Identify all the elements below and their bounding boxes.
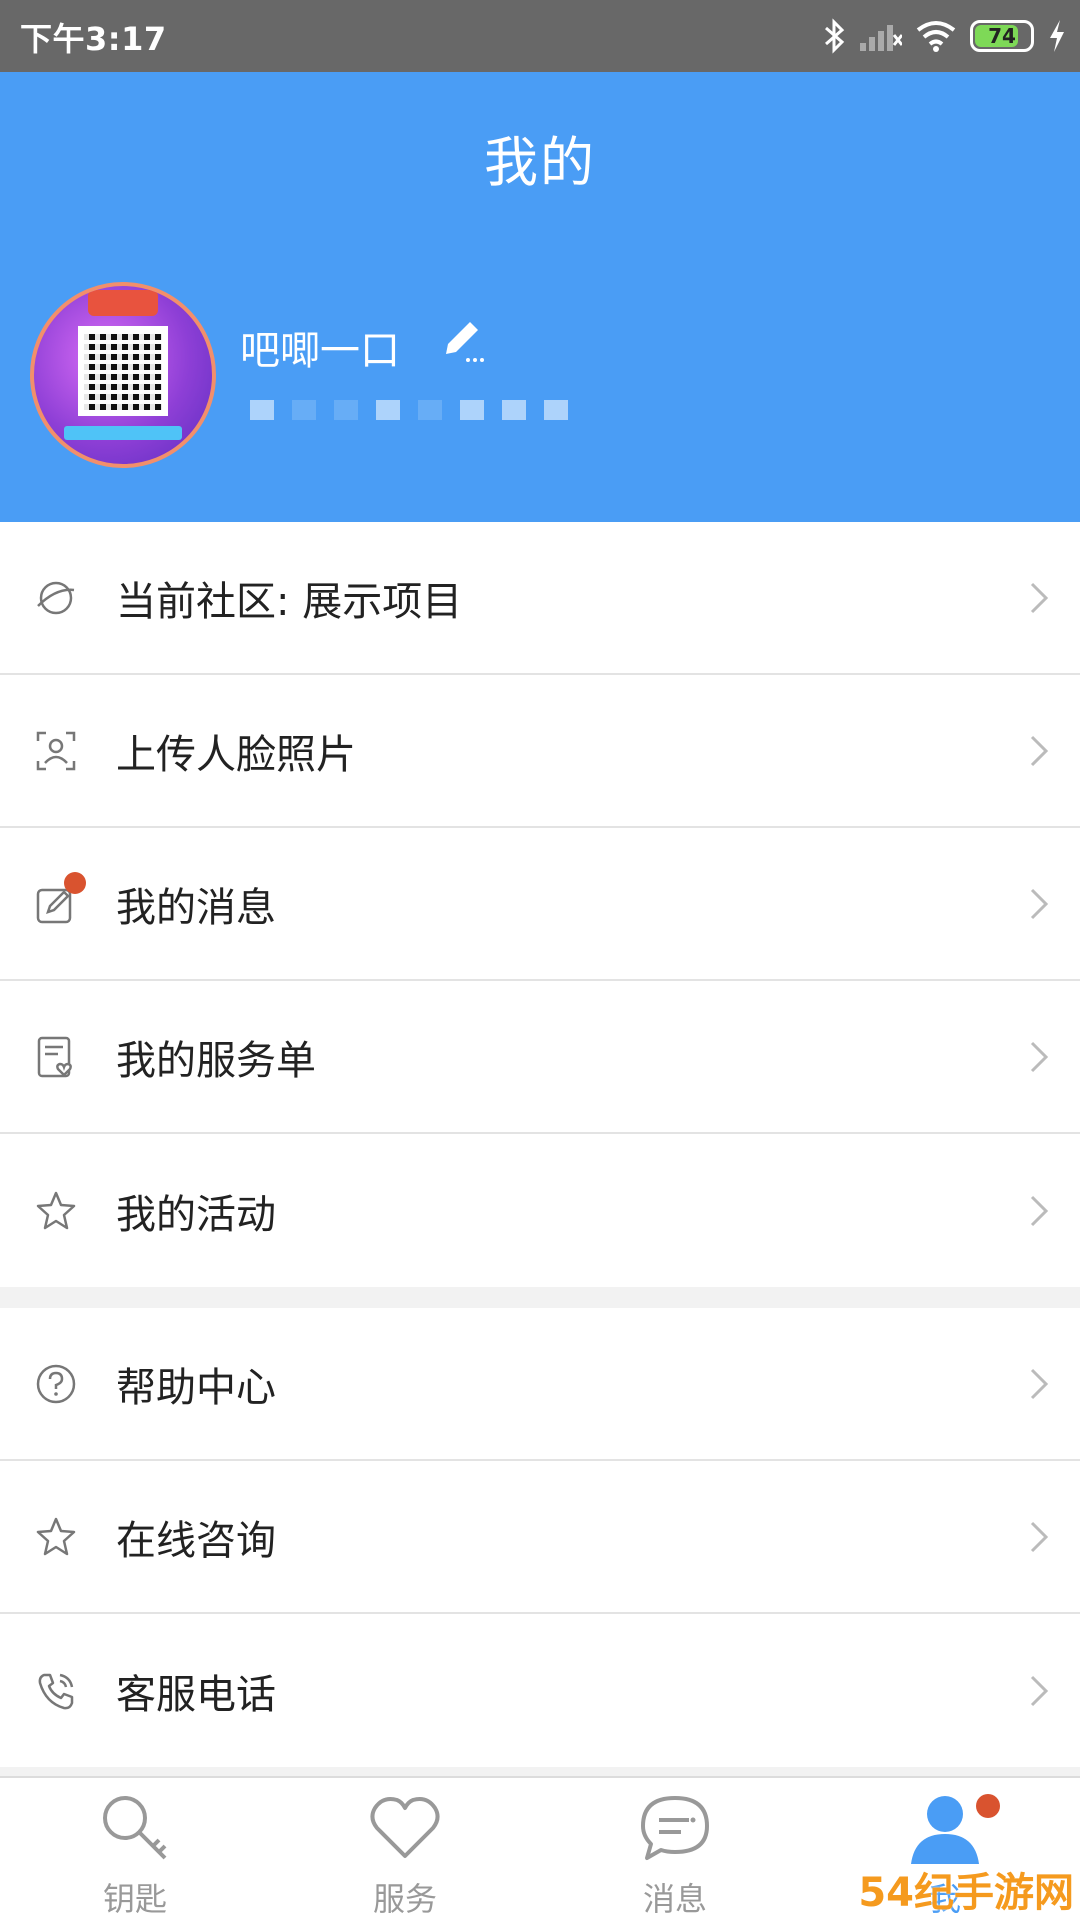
menu-item-community[interactable]: 当前社区: 展示项目 [0, 522, 1080, 675]
menu-label: 我的消息 [116, 884, 276, 931]
status-icons: 74 [824, 14, 1066, 58]
menu-label: 我的活动 [116, 1191, 276, 1238]
key-icon [103, 1796, 167, 1860]
menu-group-account: 当前社区: 展示项目 上传人脸照片 我的消息 我的服务单 我的活动 [0, 522, 1080, 1287]
chevron-right-icon [1030, 1041, 1049, 1072]
chevron-right-icon [1030, 888, 1049, 919]
edit-icon[interactable] [440, 316, 488, 364]
chevron-right-icon [1030, 1675, 1049, 1706]
chat-icon [641, 1796, 709, 1860]
menu-item-help-center[interactable]: 帮助中心 [0, 1308, 1080, 1461]
nav-tab-keys[interactable]: 钥匙 [0, 1778, 270, 1922]
charging-icon [1050, 20, 1064, 52]
menu-item-online-consult[interactable]: 在线咨询 [0, 1461, 1080, 1614]
star-icon [36, 1517, 76, 1555]
nav-tab-services[interactable]: 服务 [270, 1778, 540, 1922]
menu-item-customer-service-phone[interactable]: 客服电话 [0, 1614, 1080, 1767]
signal-icon [860, 25, 902, 51]
service-order-icon [37, 1036, 72, 1077]
battery-level: 74 [988, 24, 1016, 48]
menu-item-my-messages[interactable]: 我的消息 [0, 828, 1080, 981]
chevron-right-icon [1030, 582, 1049, 613]
nav-label: 消息 [642, 1880, 707, 1918]
menu-label: 当前社区: 展示项目 [116, 578, 463, 625]
profile-header: 我的 吧唧一口 [0, 72, 1080, 522]
menu-item-service-orders[interactable]: 我的服务单 [0, 981, 1080, 1134]
status-time: 下午3:17 [20, 20, 167, 58]
menu-label: 客服电话 [116, 1671, 276, 1718]
menu-label: 上传人脸照片 [116, 731, 356, 778]
face-scan-icon [36, 731, 76, 770]
planet-icon [37, 581, 75, 614]
wifi-icon [916, 21, 956, 52]
heart-icon [370, 1797, 440, 1858]
notification-dot [976, 1794, 1000, 1818]
message-edit-icon [34, 871, 86, 926]
bluetooth-icon [825, 18, 845, 54]
help-icon [36, 1364, 76, 1403]
unread-badge [64, 871, 86, 894]
avatar[interactable] [30, 282, 216, 468]
site-watermark: 54纪手游网 [858, 1870, 1074, 1916]
status-bar: 下午3:17 74 [0, 0, 1080, 72]
menu-group-support: 帮助中心 在线咨询 客服电话 [0, 1308, 1080, 1767]
menu-label: 在线咨询 [116, 1517, 276, 1564]
chevron-right-icon [1030, 1521, 1049, 1552]
menu-label: 我的服务单 [116, 1037, 316, 1084]
chevron-right-icon [1030, 735, 1049, 766]
page-title: 我的 [484, 131, 596, 194]
chevron-right-icon [1030, 1368, 1049, 1399]
menu-item-my-activities[interactable]: 我的活动 [0, 1134, 1080, 1287]
nav-label: 服务 [372, 1880, 437, 1918]
qr-code-image [78, 326, 168, 416]
chevron-right-icon [1030, 1195, 1049, 1226]
nav-label: 钥匙 [102, 1880, 167, 1918]
battery-icon: 74 [970, 20, 1034, 52]
phone-icon [38, 1673, 74, 1709]
username: 吧唧一口 [240, 328, 400, 374]
star-icon [36, 1191, 76, 1229]
person-icon [911, 1796, 979, 1864]
menu-item-upload-face[interactable]: 上传人脸照片 [0, 675, 1080, 828]
menu-label: 帮助中心 [116, 1364, 276, 1411]
nav-tab-messages[interactable]: 消息 [540, 1778, 810, 1922]
phone-number-masked [250, 400, 568, 420]
